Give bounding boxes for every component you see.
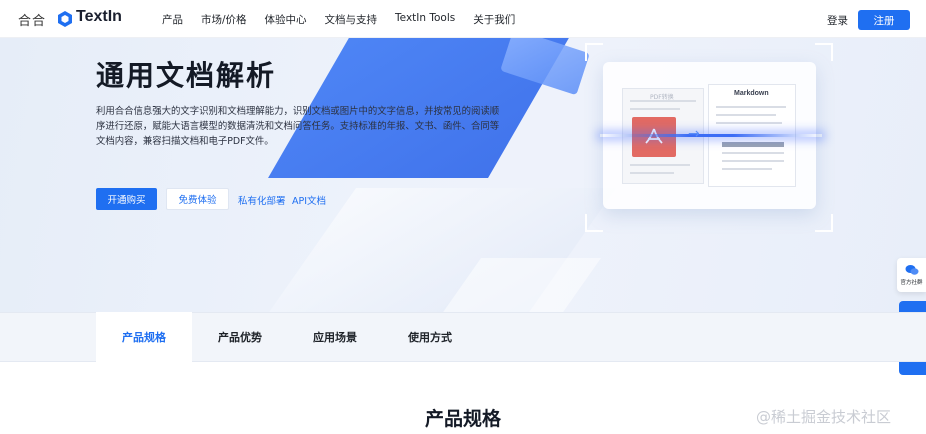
tab-usage[interactable]: 使用方式 — [382, 312, 478, 362]
main-menu: 产品 市场/价格 体验中心 文档与支持 TextIn Tools 关于我们 — [162, 12, 533, 27]
text-line — [716, 122, 782, 124]
register-button[interactable]: 注册 — [858, 10, 910, 30]
scan-frame-corner — [815, 43, 833, 61]
arrow-right-icon: → — [688, 126, 700, 142]
scan-frame-corner — [815, 214, 833, 232]
menu-item-about[interactable]: 关于我们 — [473, 12, 515, 27]
menu-item-docs[interactable]: 文档与支持 — [325, 12, 378, 27]
table-row — [722, 160, 784, 162]
table-row — [722, 168, 772, 170]
menu-item-pricing[interactable]: 市场/价格 — [201, 12, 247, 27]
wechat-community-widget[interactable]: 官方社群 — [897, 258, 926, 292]
pdf-icon — [632, 117, 676, 157]
buy-button[interactable]: 开通购买 — [96, 188, 157, 210]
text-line — [630, 164, 690, 166]
markdown-doc-label: Markdown — [734, 90, 769, 97]
menu-item-experience[interactable]: 体验中心 — [265, 12, 307, 27]
brand-name[interactable]: TextIn — [76, 8, 122, 26]
table-row — [722, 152, 784, 154]
hero-description: 利用合合信息强大的文字识别和文档理解能力，识别文档或图片中的文字信息，并按常见的… — [96, 106, 500, 147]
text-line — [716, 106, 786, 108]
tab-scenarios[interactable]: 应用场景 — [287, 312, 383, 362]
wechat-icon — [905, 265, 918, 275]
text-line — [630, 172, 674, 174]
scan-line — [600, 134, 822, 137]
wechat-community-label: 官方社群 — [900, 280, 923, 286]
tab-advantages[interactable]: 产品优势 — [192, 312, 288, 362]
text-line — [630, 100, 696, 102]
scan-frame-corner — [585, 43, 603, 61]
hero-title: 通用文档解析 — [96, 59, 277, 92]
private-deploy-link[interactable]: 私有化部署 — [238, 193, 286, 207]
menu-item-products[interactable]: 产品 — [162, 12, 183, 27]
menu-item-tools[interactable]: TextIn Tools — [395, 12, 455, 27]
textin-logo-icon[interactable] — [58, 11, 72, 27]
free-trial-button[interactable]: 免费体验 — [166, 188, 229, 210]
tab-specs[interactable]: 产品规格 — [96, 312, 192, 362]
api-docs-link[interactable]: API文档 — [292, 193, 326, 207]
text-line — [716, 114, 776, 116]
scan-frame-corner — [585, 214, 603, 232]
login-link[interactable]: 登录 — [827, 13, 848, 28]
watermark: @稀土掘金技术社区 — [756, 408, 892, 426]
text-line — [630, 108, 680, 110]
brand-hehe[interactable]: 合合 — [18, 10, 46, 29]
table-header — [722, 142, 784, 147]
top-nav: 合合 TextIn 产品 市场/价格 体验中心 文档与支持 TextIn Too… — [0, 0, 926, 38]
